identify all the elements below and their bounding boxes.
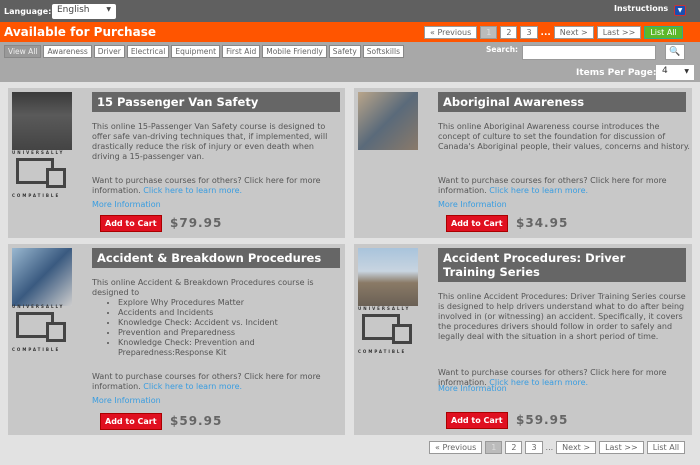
description-text: This online Aboriginal Awareness course …: [438, 122, 690, 151]
category-awareness[interactable]: Awareness: [43, 45, 92, 58]
list-all-button[interactable]: List All: [646, 441, 686, 454]
filter-bar: View All Awareness Driver Electrical Equ…: [0, 42, 700, 82]
topic-item: Explore Why Procedures Matter: [118, 298, 344, 308]
pagination-ellipsis: ...: [540, 27, 551, 38]
search-icon: 🔍: [669, 47, 681, 57]
universally-compatible-icon: UNIVERSALLY COMPATIBLE: [12, 304, 72, 354]
category-driver[interactable]: Driver: [93, 45, 125, 58]
next-button[interactable]: Next >: [553, 26, 594, 39]
universally-compatible-icon: UNIVERSALLY COMPATIBLE: [12, 150, 72, 200]
course-description: This online 15-Passenger Van Safety cour…: [92, 122, 344, 162]
add-to-cart-button[interactable]: Add to Cart: [100, 413, 162, 430]
course-title[interactable]: Aboriginal Awareness: [438, 92, 686, 112]
top-bar: Language: English ▼ Instructions ▼: [0, 0, 700, 22]
category-view-all[interactable]: View All: [4, 45, 42, 58]
course-title[interactable]: Accident & Breakdown Procedures: [92, 248, 340, 268]
learn-more-link[interactable]: Click here to learn more.: [489, 186, 588, 195]
category-filters: View All Awareness Driver Electrical Equ…: [4, 45, 405, 58]
instructions-toggle-icon[interactable]: ▼: [674, 5, 686, 16]
items-per-page-label: Items Per Page:: [576, 68, 657, 78]
course-price: $79.95: [170, 216, 223, 230]
previous-button[interactable]: « Previous: [424, 26, 478, 39]
page-3-button[interactable]: 3: [525, 441, 543, 454]
page-1-button[interactable]: 1: [485, 441, 503, 454]
next-button[interactable]: Next >: [556, 441, 597, 454]
learn-more-link[interactable]: Click here to learn more.: [143, 382, 242, 391]
category-equipment[interactable]: Equipment: [171, 45, 221, 58]
course-title[interactable]: Accident Procedures: Driver Training Ser…: [438, 248, 686, 282]
add-to-cart-button[interactable]: Add to Cart: [100, 215, 162, 232]
course-card: UNIVERSALLY COMPATIBLE Accident Procedure…: [354, 244, 692, 435]
course-title[interactable]: 15 Passenger Van Safety: [92, 92, 340, 112]
badge-bottom-text: COMPATIBLE: [12, 347, 61, 352]
more-information-link[interactable]: More Information: [438, 384, 507, 393]
purchase-info: Want to purchase courses for others? Cli…: [92, 372, 344, 392]
badge-top-text: UNIVERSALLY: [358, 306, 411, 311]
pagination-top: « Previous 1 2 3 ... Next > Last >> List…: [424, 26, 683, 39]
course-description: This online Accident Procedures: Driver …: [438, 292, 690, 342]
topic-item: Knowledge Check: Prevention and Prepared…: [118, 338, 344, 358]
last-button[interactable]: Last >>: [596, 26, 642, 39]
course-description: This online Accident & Breakdown Procedu…: [92, 278, 344, 358]
category-softskills[interactable]: Softskills: [362, 45, 405, 58]
topic-item: Prevention and Preparedness: [118, 328, 344, 338]
chevron-down-icon: ▼: [106, 6, 111, 13]
course-image[interactable]: [358, 92, 418, 150]
add-to-cart-button[interactable]: Add to Cart: [446, 412, 508, 429]
course-image[interactable]: [12, 92, 72, 150]
course-price: $59.95: [516, 413, 569, 427]
title-bar: Available for Purchase « Previous 1 2 3 …: [0, 22, 700, 42]
course-description: This online Aboriginal Awareness course …: [438, 122, 690, 152]
purchase-info: Want to purchase courses for others? Cli…: [438, 176, 690, 196]
category-electrical[interactable]: Electrical: [126, 45, 170, 58]
category-safety[interactable]: Safety: [328, 45, 361, 58]
badge-bottom-text: COMPATIBLE: [12, 193, 61, 198]
chevron-down-icon: ▼: [684, 68, 689, 75]
description-text: This online Accident Procedures: Driver …: [438, 292, 686, 341]
search-input[interactable]: [522, 45, 656, 60]
course-price: $34.95: [516, 216, 569, 230]
instructions-label[interactable]: Instructions: [614, 4, 668, 13]
list-all-button[interactable]: List All: [644, 26, 683, 39]
category-first-aid[interactable]: First Aid: [222, 45, 261, 58]
description-text: This online Accident & Breakdown Procedu…: [92, 278, 314, 297]
language-select[interactable]: English ▼: [52, 4, 116, 19]
items-per-page-value: 4: [662, 66, 668, 76]
learn-more-link[interactable]: Click here to learn more.: [143, 186, 242, 195]
topic-list: Explore Why Procedures MatterAccidents a…: [118, 298, 344, 358]
purchase-info: Want to purchase courses for others? Cli…: [92, 176, 344, 196]
page-2-button[interactable]: 2: [500, 26, 518, 39]
course-card: UNIVERSALLY COMPATIBLE Accident & Breakdo…: [8, 244, 345, 435]
add-to-cart-button[interactable]: Add to Cart: [446, 215, 508, 232]
more-information-link[interactable]: More Information: [92, 396, 161, 405]
description-text: This online 15-Passenger Van Safety cour…: [92, 122, 328, 161]
course-card: UNIVERSALLY COMPATIBLE 15 Passenger Van S…: [8, 88, 345, 238]
page-1-button[interactable]: 1: [480, 26, 498, 39]
page-title: Available for Purchase: [4, 25, 156, 39]
badge-top-text: UNIVERSALLY: [12, 304, 65, 309]
page-3-button[interactable]: 3: [520, 26, 538, 39]
language-label: Language:: [4, 7, 52, 16]
course-image[interactable]: [358, 248, 418, 306]
last-button[interactable]: Last >>: [599, 441, 644, 454]
pagination-bottom: « Previous 1 2 3 ... Next > Last >> List…: [429, 441, 686, 454]
search-button[interactable]: 🔍: [665, 44, 685, 60]
badge-bottom-text: COMPATIBLE: [358, 349, 407, 354]
course-image[interactable]: [12, 248, 72, 306]
course-card: Aboriginal Awareness This online Aborigi…: [354, 88, 692, 238]
topic-item: Knowledge Check: Accident vs. Incident: [118, 318, 344, 328]
category-mobile-friendly[interactable]: Mobile Friendly: [262, 45, 327, 58]
more-information-link[interactable]: More Information: [438, 200, 507, 209]
more-information-link[interactable]: More Information: [92, 200, 161, 209]
language-value: English: [57, 5, 90, 15]
universally-compatible-icon: UNIVERSALLY COMPATIBLE: [358, 306, 418, 356]
page-2-button[interactable]: 2: [505, 441, 523, 454]
badge-top-text: UNIVERSALLY: [12, 150, 65, 155]
pagination-ellipsis: ...: [545, 443, 554, 452]
items-per-page-select[interactable]: 4 ▼: [656, 65, 694, 80]
search-label: Search:: [486, 45, 519, 54]
course-price: $59.95: [170, 414, 223, 428]
topic-item: Accidents and Incidents: [118, 308, 344, 318]
previous-button[interactable]: « Previous: [429, 441, 483, 454]
